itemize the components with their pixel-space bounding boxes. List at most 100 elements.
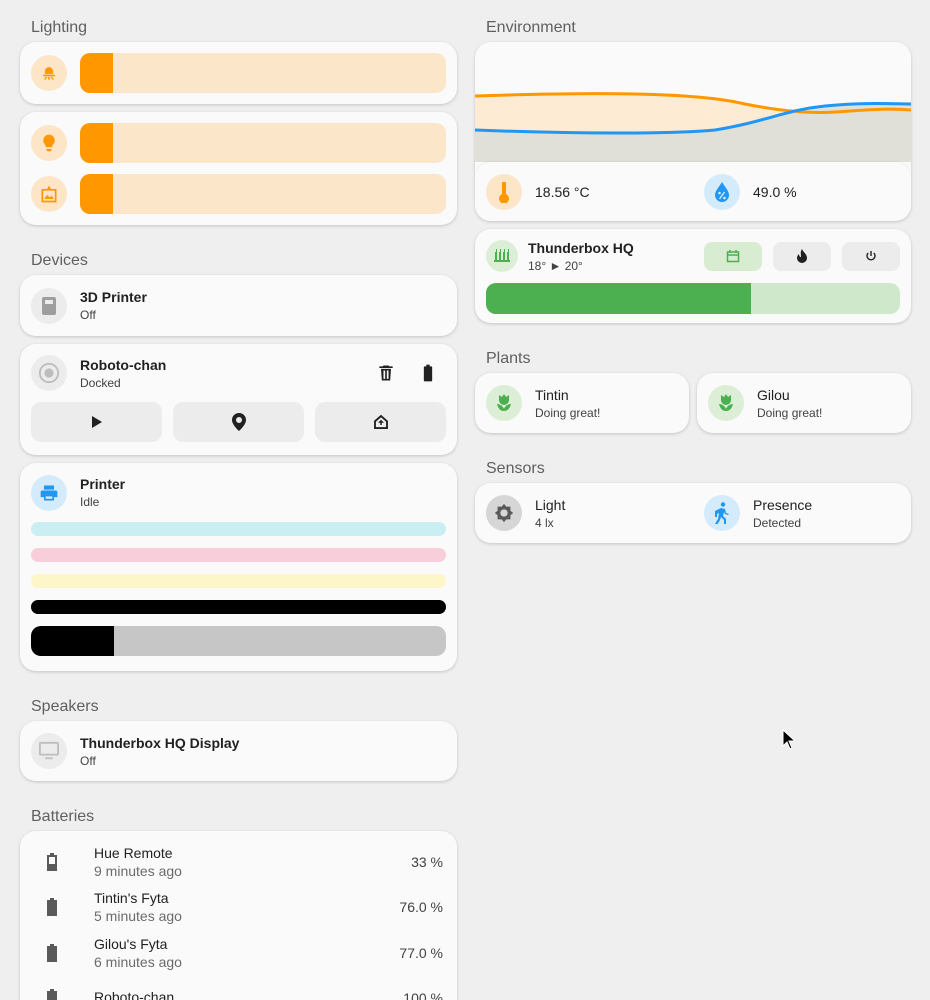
ink-level-bar [31, 626, 446, 656]
battery-icon [47, 898, 57, 917]
schedule-mode-button[interactable] [704, 241, 762, 271]
ceiling-light-icon[interactable] [31, 55, 67, 91]
device-state: Off [80, 308, 96, 322]
temperature-tile[interactable]: 18.56 °C [475, 173, 693, 210]
ink-levels [20, 522, 457, 656]
section-title-devices: Devices [31, 252, 88, 269]
section-title-environment: Environment [486, 19, 576, 36]
ink-level-bar [31, 600, 446, 614]
device-name: 3D Printer [80, 289, 147, 305]
battery-row[interactable]: Gilou's Fyta 6 minutes ago 77.0 % [20, 930, 457, 976]
ink-level-bar [31, 574, 446, 588]
battery-time: 6 minutes ago [94, 953, 182, 970]
monitor-icon [31, 733, 67, 769]
speaker-tile-display[interactable]: Thunderbox HQ Display Off [20, 721, 457, 781]
plant-state: Doing great! [535, 405, 601, 420]
robot-vacuum-icon[interactable] [31, 355, 67, 391]
power-button[interactable] [842, 241, 900, 271]
battery-name: Roboto-chan [94, 989, 175, 1000]
sensor-name: Presence [753, 496, 813, 513]
device-tile-3d-printer[interactable]: 3D Printer Off [20, 275, 457, 336]
device-name: Roboto-chan [80, 356, 167, 373]
plant-tile-tintin[interactable]: Tintin Doing great! [475, 373, 689, 433]
section-title-sensors: Sensors [486, 460, 545, 477]
ink-level-bar [31, 548, 446, 562]
sensor-name: Light [535, 496, 566, 513]
battery-row[interactable]: Hue Remote 9 minutes ago 33 % [20, 839, 457, 885]
temperature-value: 18.56 °C [535, 183, 590, 200]
sensor-tile-light[interactable]: Light 4 lx [475, 483, 693, 543]
brightness-slider[interactable] [80, 53, 446, 93]
thermostat-name: Thunderbox HQ [528, 239, 634, 256]
play-icon [91, 416, 102, 428]
heat-mode-button[interactable] [773, 241, 831, 271]
sensors-card: Light 4 lx Presence Detected [475, 483, 911, 543]
device-state: Off [80, 753, 96, 768]
mouse-cursor [782, 729, 796, 750]
plant-name: Gilou [757, 386, 790, 403]
return-home-icon [373, 414, 388, 429]
battery-time: 9 minutes ago [94, 862, 182, 879]
play-button[interactable] [31, 402, 162, 442]
ink-level-fill [31, 626, 114, 656]
section-title-plants: Plants [486, 350, 531, 367]
plant-name: Tintin [535, 386, 569, 403]
section-title-speakers: Speakers [31, 698, 99, 715]
brightness-slider[interactable] [80, 123, 446, 163]
battery-icon [47, 943, 57, 962]
battery-value: 100 % [403, 990, 443, 1000]
return-home-button[interactable] [315, 402, 446, 442]
device-state: Docked [80, 375, 121, 390]
right-column: Environment 18.56 °C 49.0 % Thunderbox H… [475, 0, 911, 551]
target-temperature-bar[interactable] [486, 283, 900, 314]
thermometer-icon [486, 173, 522, 210]
brightness-slider[interactable] [80, 174, 446, 214]
plant-tile-gilou[interactable]: Gilou Doing great! [697, 373, 911, 433]
flower-tulip-icon [486, 385, 522, 421]
power-icon [866, 251, 876, 261]
device-name: Thunderbox HQ Display [80, 734, 240, 751]
lighting-card-1 [20, 42, 457, 104]
delete-icon[interactable] [376, 363, 396, 383]
battery-name: Hue Remote [94, 844, 173, 861]
thermostat-card: Thunderbox HQ 18° ► 20° [475, 229, 911, 323]
lightbulb-icon[interactable] [31, 125, 67, 161]
brightness-icon [486, 495, 522, 531]
battery-row[interactable]: Roboto-chan 100 % [20, 976, 457, 1000]
humidity-tile[interactable]: 49.0 % [693, 173, 797, 210]
calendar-icon [726, 250, 740, 263]
locate-icon [231, 413, 246, 431]
locate-button[interactable] [173, 402, 304, 442]
sensor-tile-presence[interactable]: Presence Detected [693, 483, 823, 543]
battery-name: Tintin's Fyta [94, 890, 169, 907]
water-percent-icon [704, 173, 740, 210]
sensor-state: 4 lx [535, 515, 554, 530]
flower-tulip-icon [708, 385, 744, 421]
battery-name: Gilou's Fyta [94, 935, 168, 952]
environment-card: 18.56 °C 49.0 % [475, 42, 911, 221]
battery-icon [47, 989, 57, 1000]
battery-value: 76.0 % [399, 899, 443, 916]
vacuum-card: Roboto-chan Docked [20, 344, 457, 455]
sensor-state: Detected [753, 515, 802, 530]
battery-icon [47, 852, 57, 871]
radiator-icon[interactable] [486, 240, 518, 272]
target-temperature-fill [486, 283, 751, 314]
section-title-batteries: Batteries [31, 808, 95, 825]
slider-fill [80, 53, 113, 93]
printer-icon[interactable] [31, 474, 67, 511]
lighting-card-2 [20, 112, 457, 225]
humidity-value: 49.0 % [753, 183, 797, 200]
battery-row[interactable]: Tintin's Fyta 5 minutes ago 76.0 % [20, 885, 457, 931]
picture-frame-light-icon[interactable] [31, 176, 67, 212]
fire-icon [797, 249, 807, 263]
thermostat-range: 18° ► 20° [528, 258, 583, 273]
battery-icon[interactable] [418, 363, 438, 383]
battery-value: 77.0 % [399, 944, 443, 961]
walk-icon [704, 495, 740, 531]
device-name: Printer [80, 476, 126, 492]
battery-value: 33 % [411, 853, 443, 870]
batteries-card: Hue Remote 9 minutes ago 33 % Tintin's Fy… [20, 831, 457, 1000]
environment-history-graph[interactable] [475, 42, 911, 162]
ink-level-bar [31, 522, 446, 536]
